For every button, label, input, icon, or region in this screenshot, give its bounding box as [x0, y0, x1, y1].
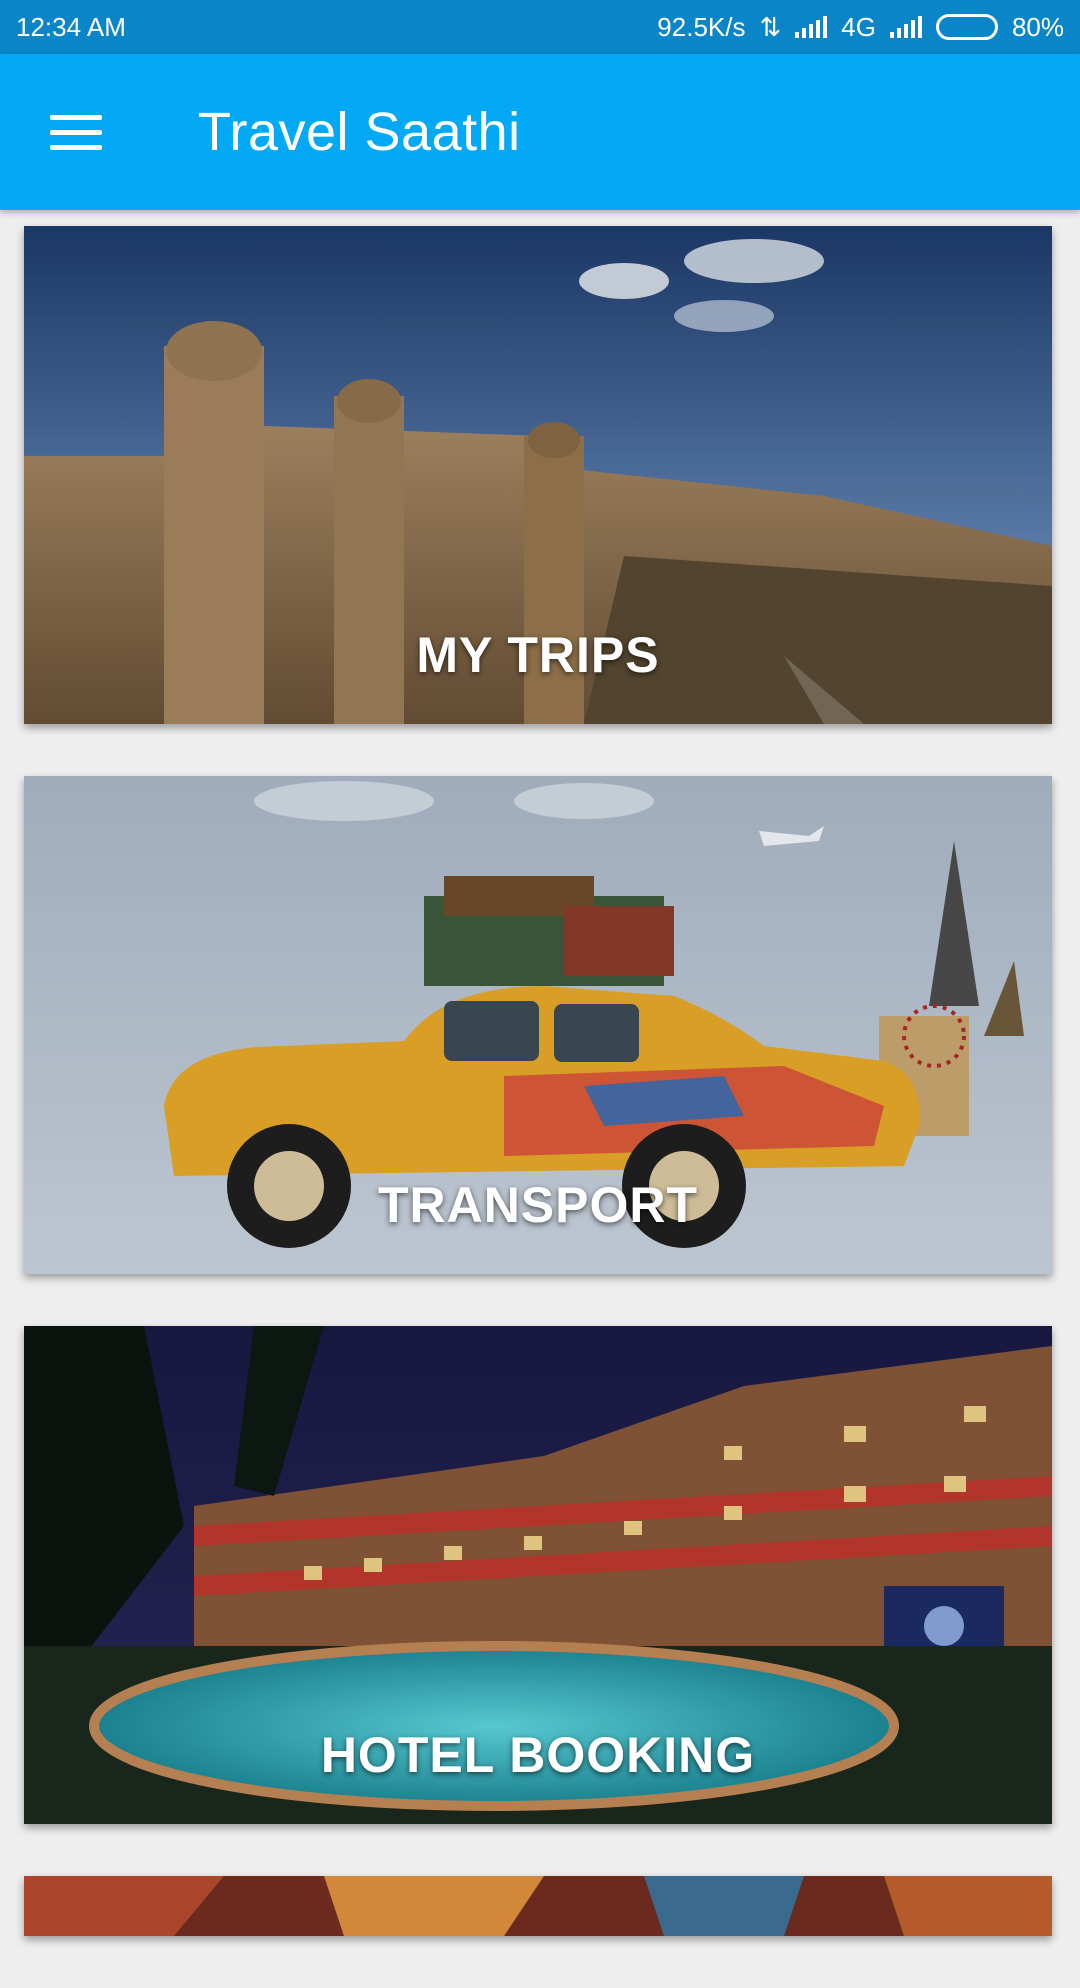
hotel-booking-label: HOTEL BOOKING: [320, 1727, 756, 1783]
battery-icon: [935, 14, 998, 40]
network-type: 4G: [841, 11, 876, 42]
battery-percent: 80%: [1011, 11, 1064, 42]
status-bar: 12:34 AM 92.5K/s ⇅ 4G 80%: [0, 0, 1080, 54]
status-time: 12:34 AM: [16, 11, 126, 42]
transport-card[interactable]: TRANSPORT: [24, 776, 1052, 1274]
my-trips-label: MY TRIPS: [416, 627, 660, 683]
partial-card-image: [24, 1876, 1052, 1936]
transport-label: TRANSPORT: [377, 1177, 699, 1233]
hotel-booking-card[interactable]: HOTEL BOOKING: [24, 1326, 1052, 1824]
partial-card[interactable]: [24, 1876, 1052, 1936]
app-title: Travel Saathi: [198, 102, 521, 162]
signal-icon-1: [795, 16, 828, 38]
network-speed: 92.5K/s: [657, 11, 746, 42]
my-trips-card[interactable]: MY TRIPS: [24, 226, 1052, 724]
hamburger-menu-icon[interactable]: [26, 82, 126, 182]
status-indicators: 92.5K/s ⇅ 4G 80%: [657, 12, 1064, 43]
data-transfer-icon: ⇅: [759, 11, 782, 42]
signal-icon-2: [889, 16, 922, 38]
menu-cards: MY TRIPS TRANSPORT HOTEL BOOKING: [24, 226, 1052, 1988]
app-bar: Travel Saathi: [0, 54, 1080, 210]
